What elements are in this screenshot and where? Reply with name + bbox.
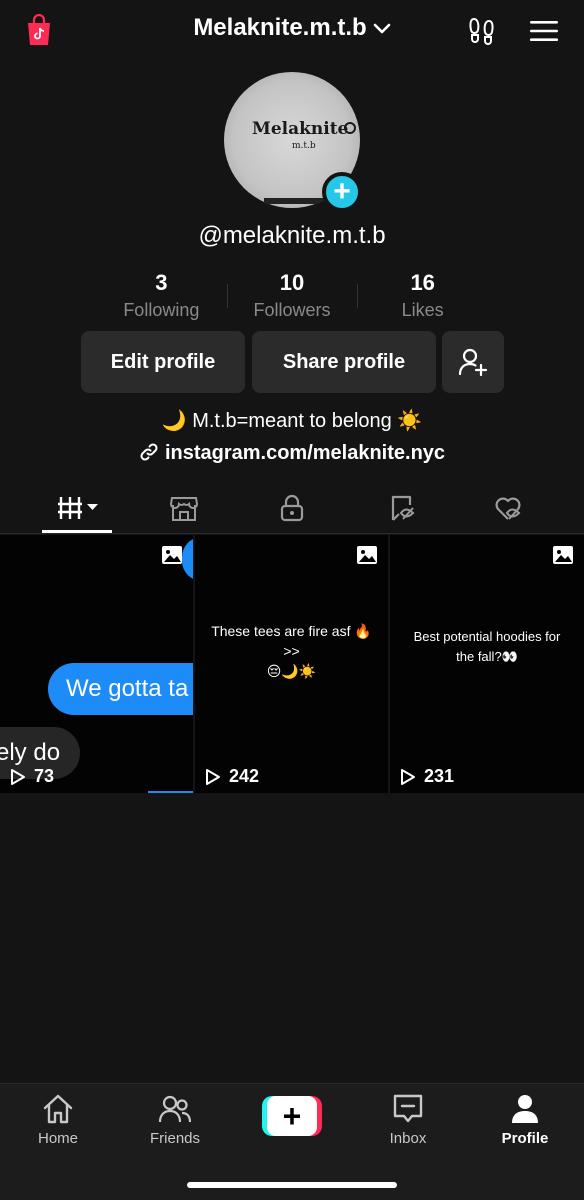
share-profile-button[interactable]: Share profile xyxy=(252,331,436,393)
likes-stat[interactable]: 16 Likes xyxy=(357,270,488,326)
following-label: Following xyxy=(123,300,200,320)
following-count: 3 xyxy=(155,270,168,295)
friends-icon xyxy=(158,1095,192,1123)
video-caption: These tees are fire asf 🔥 >> 😔🌙☀️ xyxy=(195,621,388,681)
nav-profile[interactable]: Profile xyxy=(475,1092,575,1147)
decorative-line xyxy=(148,791,193,793)
followers-count: 10 xyxy=(279,270,305,295)
profile-stats: 3 Following 10 Followers 16 Likes xyxy=(96,270,488,326)
videos-grid-icon xyxy=(58,497,98,519)
tab-private[interactable] xyxy=(262,488,322,528)
shop-icon xyxy=(169,497,199,521)
svg-text:Melaknite: Melaknite xyxy=(252,119,349,139)
active-tab-indicator xyxy=(42,530,112,533)
lock-icon xyxy=(280,494,304,522)
profile-link-text: instagram.com/melaknite.nyc xyxy=(164,442,446,464)
home-icon xyxy=(43,1094,73,1124)
caption-line: the fall?👀 xyxy=(456,649,518,664)
create-button[interactable]: + xyxy=(262,1096,322,1136)
tab-reposts[interactable] xyxy=(372,488,432,528)
following-stat[interactable]: 3 Following xyxy=(96,270,227,326)
edit-profile-button[interactable]: Edit profile xyxy=(81,331,245,393)
tab-shop[interactable] xyxy=(154,488,214,528)
add-friend-button[interactable] xyxy=(442,331,504,393)
video-tile[interactable]: We gotta ta ely do 73 xyxy=(0,535,193,793)
profile-icon xyxy=(512,1095,538,1123)
play-icon xyxy=(206,768,220,785)
followers-stat[interactable]: 10 Followers xyxy=(226,270,358,326)
svg-text:m.t.b: m.t.b xyxy=(292,141,316,151)
tab-liked[interactable] xyxy=(478,488,538,528)
inbox-icon xyxy=(393,1094,423,1123)
view-count-value: 73 xyxy=(34,766,55,786)
home-indicator xyxy=(187,1182,397,1188)
chevron-down-icon xyxy=(373,23,390,33)
view-count: 73 xyxy=(10,766,54,787)
nav-inbox-label: Inbox xyxy=(389,1130,427,1147)
message-bubble-shape xyxy=(182,537,193,581)
add-avatar-button[interactable]: + xyxy=(322,172,362,212)
hamburger-menu-icon[interactable] xyxy=(528,19,560,43)
page-title: Melaknite.m.t.b xyxy=(193,14,367,41)
play-icon xyxy=(401,768,415,785)
caption-line: 😔🌙☀️ xyxy=(266,663,317,679)
nav-friends[interactable]: Friends xyxy=(125,1092,225,1147)
video-caption: Best potential hoodies for the fall?👀 xyxy=(390,627,584,667)
play-icon xyxy=(11,768,25,785)
nav-profile-label: Profile xyxy=(501,1130,549,1147)
message-bubble-blue: We gotta ta xyxy=(48,663,193,715)
view-count-value: 231 xyxy=(424,766,455,786)
photo-icon xyxy=(357,546,377,564)
profile-bio: 🌙 M.t.b=meant to belong ☀️ xyxy=(161,410,423,432)
add-user-icon xyxy=(458,348,488,377)
likes-label: Likes xyxy=(401,300,444,320)
nav-home[interactable]: Home xyxy=(8,1092,108,1147)
profile-handle: @melaknite.m.t.b xyxy=(198,222,386,249)
top-bar: Melaknite.m.t.b xyxy=(0,0,584,64)
profile-tabs xyxy=(0,484,584,534)
profile-link[interactable]: instagram.com/melaknite.nyc xyxy=(0,442,584,465)
view-count: 242 xyxy=(205,766,259,787)
nav-inbox[interactable]: Inbox xyxy=(358,1092,458,1147)
repost-icon xyxy=(391,495,415,521)
caption-line: These tees are fire asf 🔥 >> xyxy=(211,623,372,659)
likes-count: 16 xyxy=(410,270,435,295)
footprints-icon[interactable] xyxy=(466,16,498,46)
tab-videos[interactable] xyxy=(46,488,110,528)
view-count-value: 242 xyxy=(229,766,260,786)
video-tile[interactable]: These tees are fire asf 🔥 >> 😔🌙☀️ 242 xyxy=(195,535,388,793)
photo-icon xyxy=(553,546,573,564)
link-icon xyxy=(140,443,158,461)
photo-icon xyxy=(162,546,182,564)
nav-friends-label: Friends xyxy=(149,1130,201,1147)
video-grid: We gotta ta ely do 73 These tees are fir… xyxy=(0,535,584,793)
nav-home-label: Home xyxy=(37,1130,78,1147)
view-count: 231 xyxy=(400,766,454,787)
followers-label: Followers xyxy=(253,300,331,320)
video-tile[interactable]: Best potential hoodies for the fall?👀 23… xyxy=(390,535,584,793)
caption-line: Best potential hoodies for xyxy=(413,629,561,644)
plus-icon: + xyxy=(267,1096,317,1136)
liked-heart-icon xyxy=(495,497,521,520)
